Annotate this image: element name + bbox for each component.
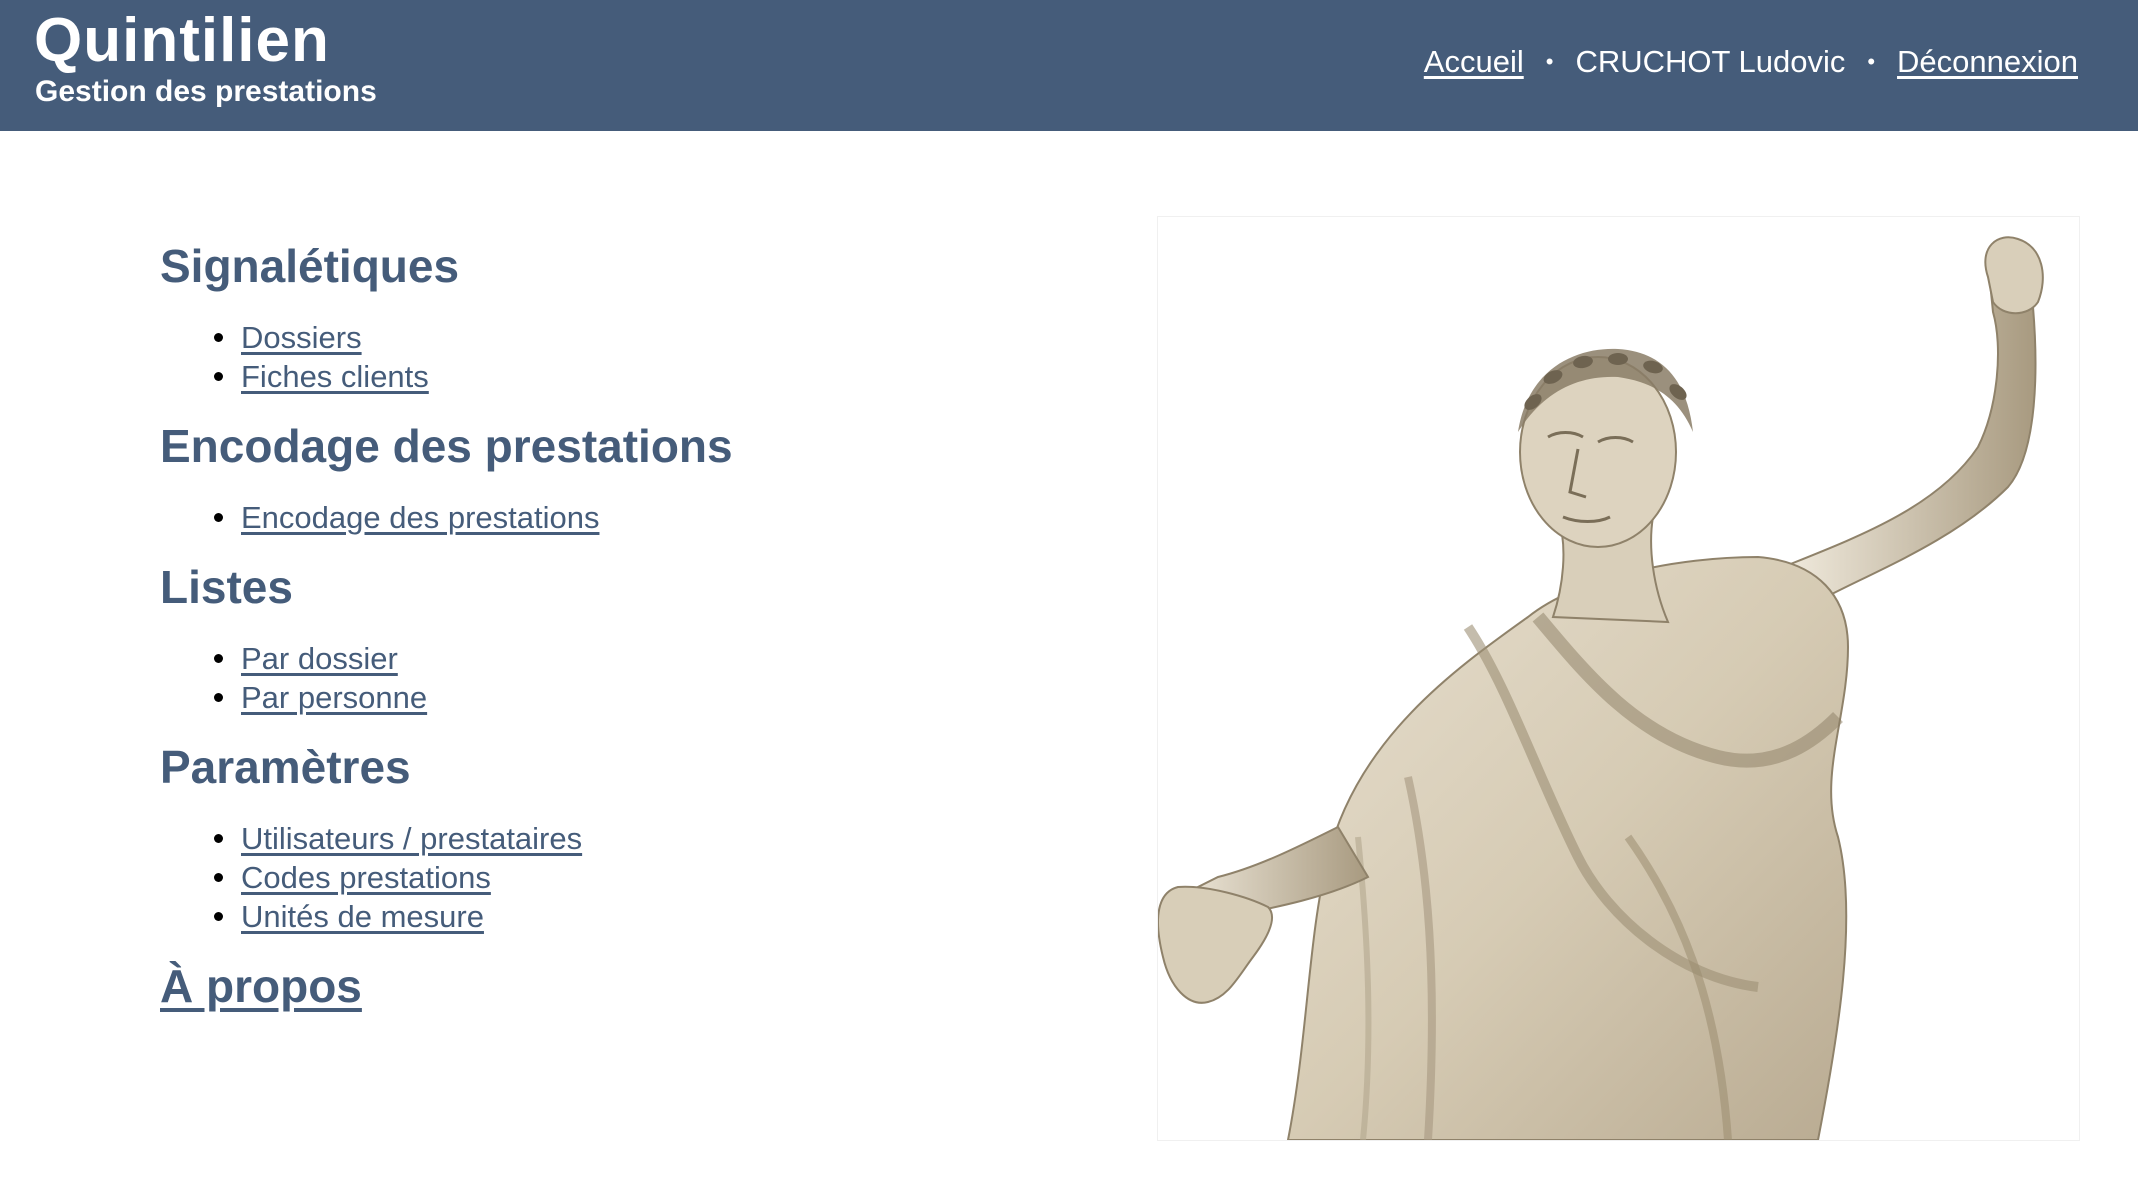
section-title-encodage: Encodage des prestations — [160, 420, 733, 472]
menu-list-parametres: Utilisateurs / prestataires Codes presta… — [160, 819, 1060, 936]
logout-link[interactable]: Déconnexion — [1897, 42, 2078, 82]
app-title: Quintilien — [34, 6, 330, 75]
section-title-about: À propos — [160, 948, 1060, 1024]
menu-list-signaletiques: Dossiers Fiches clients — [160, 318, 1060, 396]
nav-separator: • — [1545, 49, 1554, 74]
list-item: Unités de mesure — [214, 897, 1060, 936]
home-link[interactable]: Accueil — [1424, 42, 1524, 82]
utilisateurs-prestataires-link[interactable]: Utilisateurs / prestataires — [241, 821, 582, 856]
dossiers-link[interactable]: Dossiers — [241, 320, 362, 355]
app-subtitle: Gestion des prestations — [35, 75, 377, 108]
about-link[interactable]: À propos — [160, 960, 362, 1012]
statue-image — [1157, 216, 2080, 1141]
nav-separator: • — [1867, 49, 1876, 74]
section-title-parametres: Paramètres — [160, 741, 411, 793]
list-item: Utilisateurs / prestataires — [214, 819, 1060, 858]
top-header: Quintilien Gestion des prestations Accue… — [0, 0, 2138, 131]
list-item: Par personne — [214, 678, 1060, 717]
encodage-prestations-link[interactable]: Encodage des prestations — [241, 500, 599, 535]
list-item: Codes prestations — [214, 858, 1060, 897]
par-personne-link[interactable]: Par personne — [241, 680, 427, 715]
menu-list-listes: Par dossier Par personne — [160, 639, 1060, 717]
menu-list-encodage: Encodage des prestations — [160, 498, 1060, 537]
section-title-listes: Listes — [160, 561, 293, 613]
codes-prestations-link[interactable]: Codes prestations — [241, 860, 491, 895]
fiches-clients-link[interactable]: Fiches clients — [241, 359, 429, 394]
unites-mesure-link[interactable]: Unités de mesure — [241, 899, 484, 934]
list-item: Fiches clients — [214, 357, 1060, 396]
list-item: Encodage des prestations — [214, 498, 1060, 537]
list-item: Dossiers — [214, 318, 1060, 357]
section-title-signaletiques: Signalétiques — [160, 240, 460, 292]
main-menu: Signalétiques Dossiers Fiches clients En… — [160, 228, 1060, 1024]
top-nav: Accueil • CRUCHOT Ludovic • Déconnexion — [1424, 42, 2078, 82]
list-item: Par dossier — [214, 639, 1060, 678]
statue-illustration — [1158, 236, 2044, 1140]
par-dossier-link[interactable]: Par dossier — [241, 641, 398, 676]
current-user-name: CRUCHOT Ludovic — [1575, 44, 1846, 79]
